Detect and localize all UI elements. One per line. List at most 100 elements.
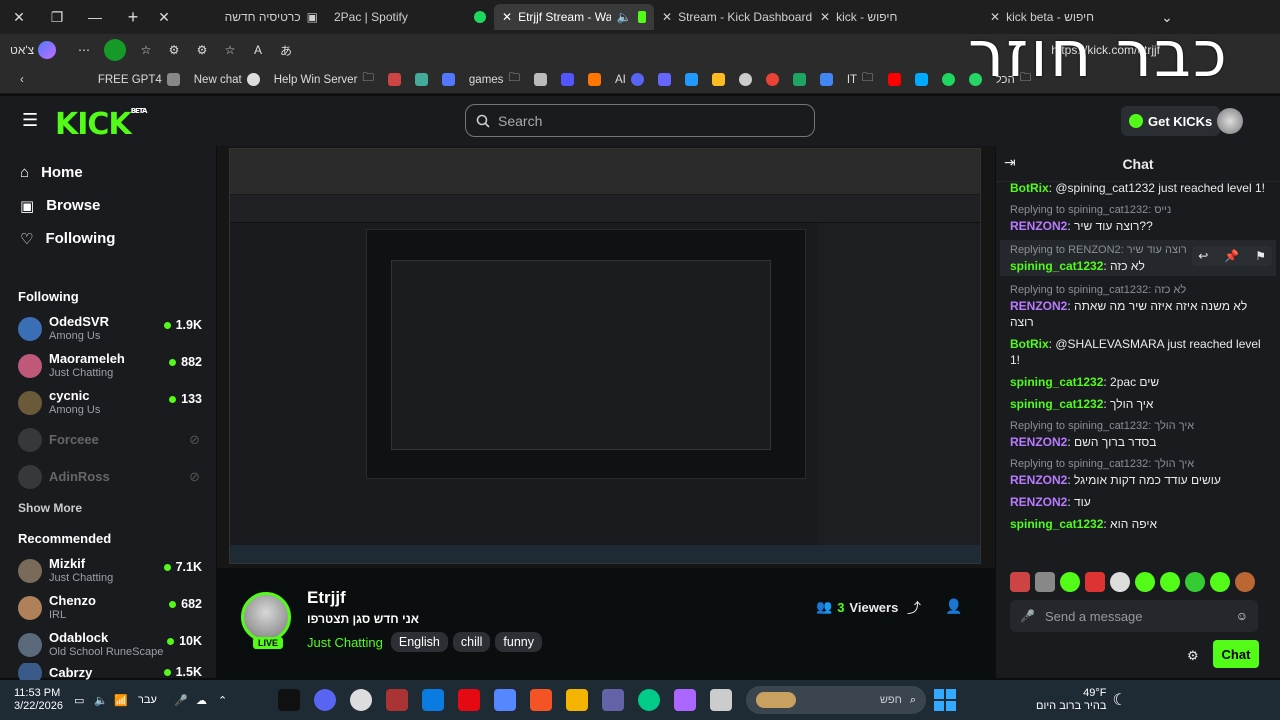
following-channel[interactable]: cycnic Among Us 133 bbox=[0, 384, 216, 421]
follow-icon[interactable]: 👤 bbox=[945, 598, 962, 615]
translate-icon[interactable]: あ bbox=[272, 42, 300, 59]
bookmark-icon-red[interactable] bbox=[387, 73, 401, 86]
drive-icon[interactable] bbox=[792, 73, 806, 86]
streamer-avatar[interactable] bbox=[241, 592, 291, 642]
weather-widget[interactable]: 49°F בהיר ברוב היום ☾ bbox=[1036, 687, 1127, 713]
share-icon[interactable]: ⤴ bbox=[907, 598, 921, 618]
tag[interactable]: chill bbox=[452, 632, 491, 652]
chat-username[interactable]: RENZON2 bbox=[1010, 299, 1067, 313]
tab-new-tab[interactable]: כרטיסיה חדשה ▣ bbox=[176, 4, 326, 30]
volume-icon[interactable]: 🔈 bbox=[94, 694, 114, 707]
emote-icon[interactable] bbox=[1210, 572, 1230, 592]
user-avatar[interactable] bbox=[1217, 108, 1243, 134]
bookmark-icon-yellow[interactable] bbox=[711, 73, 725, 86]
taskbar-search[interactable]: חפש ⌕ bbox=[746, 686, 926, 714]
edge-icon[interactable] bbox=[638, 689, 660, 711]
chat-username[interactable]: RENZON2 bbox=[1010, 435, 1067, 449]
tag[interactable]: funny bbox=[495, 632, 543, 652]
chat-username[interactable]: BotRix bbox=[1010, 337, 1049, 351]
chatgpt-icon[interactable] bbox=[350, 689, 372, 711]
bookmark-help-win-server[interactable]: Help Win Server 🗀 bbox=[274, 70, 374, 89]
chat-username[interactable]: RENZON2 bbox=[1010, 473, 1067, 487]
chat-username[interactable]: spining_cat1232 bbox=[1010, 259, 1103, 273]
bookmark-icon-indigo[interactable] bbox=[657, 73, 671, 86]
app-icon[interactable] bbox=[386, 689, 408, 711]
settings-icon[interactable]: ⚙ bbox=[188, 43, 216, 57]
recommended-channel[interactable]: Chenzo IRL 682 bbox=[0, 589, 216, 626]
emoji-icon[interactable]: ☺ bbox=[1236, 609, 1248, 623]
chat-username[interactable]: spining_cat1232 bbox=[1010, 397, 1103, 411]
emote-icon[interactable] bbox=[1035, 572, 1055, 592]
teams-icon[interactable] bbox=[602, 689, 624, 711]
bookmark-icon-chatgpt[interactable] bbox=[738, 73, 752, 86]
office-icon[interactable] bbox=[530, 689, 552, 711]
bookmark-icon-blue[interactable] bbox=[441, 73, 455, 86]
chat-username[interactable]: RENZON2 bbox=[1010, 219, 1067, 233]
close-window-icon[interactable]: ✕ bbox=[0, 0, 38, 34]
reply-icon[interactable]: ↩ bbox=[1198, 248, 1208, 264]
profile-button[interactable]: צ'אט bbox=[0, 41, 70, 59]
bookmark-icon-azure[interactable] bbox=[684, 73, 698, 86]
tab-etrjjf-stream[interactable]: ✕ Etrjjf Stream - Watch Live 🔈 bbox=[494, 4, 654, 30]
emote-icon[interactable] bbox=[1060, 572, 1080, 592]
clock[interactable]: 11:53 PM 3/22/2026 bbox=[0, 687, 70, 713]
tray-expand-icon[interactable]: ⌃ bbox=[218, 694, 278, 707]
collapse-chat-icon[interactable]: ⇥ bbox=[1004, 154, 1016, 171]
discord-icon[interactable] bbox=[314, 689, 336, 711]
minimize-window-icon[interactable]: — bbox=[76, 0, 114, 34]
start-icon[interactable] bbox=[934, 689, 956, 711]
bookmark-it[interactable]: IT 🗀 bbox=[847, 70, 874, 89]
chat-username[interactable]: spining_cat1232 bbox=[1010, 375, 1103, 389]
workspace-icon[interactable] bbox=[104, 39, 126, 61]
tab-close-icon[interactable]: ✕ bbox=[820, 10, 830, 24]
wifi-icon[interactable]: 📶 bbox=[114, 694, 138, 707]
bookmark-icon-orange[interactable] bbox=[587, 73, 601, 86]
emote-icon[interactable] bbox=[1235, 572, 1255, 592]
video-player[interactable] bbox=[217, 146, 995, 568]
search-input[interactable]: Search bbox=[465, 104, 815, 137]
file-explorer-icon[interactable] bbox=[566, 689, 588, 711]
bookmark-icon-purple[interactable] bbox=[560, 73, 574, 86]
tab-kick-search[interactable]: ✕ kick - חיפוש bbox=[812, 4, 982, 30]
speaker-icon[interactable]: 🔈 bbox=[617, 10, 632, 24]
emote-icon[interactable] bbox=[1135, 572, 1155, 592]
following-channel-offline[interactable]: Forceee ⊘ bbox=[0, 421, 216, 458]
moderate-icon[interactable]: ⚑ bbox=[1255, 248, 1266, 264]
show-more-link[interactable]: Show More bbox=[0, 501, 216, 515]
emote-icon[interactable] bbox=[1160, 572, 1180, 592]
spotify-bookmark-icon[interactable] bbox=[941, 73, 955, 86]
new-tab-icon[interactable]: + bbox=[114, 0, 152, 34]
nav-home[interactable]: ⌂ Home bbox=[0, 156, 216, 189]
read-aloud-icon[interactable]: A bbox=[244, 43, 272, 57]
store-icon[interactable] bbox=[422, 689, 444, 711]
youtube-icon[interactable] bbox=[887, 73, 901, 86]
bookmark-games[interactable]: games 🗀 bbox=[469, 70, 520, 89]
tab-spotify[interactable]: 2Pac | Spotify bbox=[326, 4, 494, 30]
more-icon[interactable]: ⋯ bbox=[70, 43, 98, 57]
chat-username[interactable]: RENZON2 bbox=[1010, 495, 1067, 509]
following-channel[interactable]: OdedSVR Among Us 1.9K bbox=[0, 310, 216, 347]
bookmark-icon-gray[interactable] bbox=[533, 73, 547, 86]
streamer-name[interactable]: Etrjjf bbox=[307, 588, 346, 608]
copilot-taskbar-icon[interactable] bbox=[674, 689, 696, 711]
extensions-icon[interactable]: ⚙ bbox=[160, 43, 188, 57]
get-kicks-button[interactable]: Get KICKs bbox=[1121, 106, 1221, 136]
app-icon[interactable] bbox=[710, 689, 732, 711]
terminal-icon[interactable] bbox=[278, 689, 300, 711]
chat-settings-icon[interactable]: ⚙ bbox=[1187, 648, 1199, 664]
onedrive-icon[interactable]: ☁ bbox=[196, 694, 218, 707]
restore-window-icon[interactable]: ❐ bbox=[38, 0, 76, 34]
language-indicator[interactable]: עבר bbox=[138, 694, 174, 706]
bookmark-new-chat[interactable]: New chat bbox=[194, 73, 260, 86]
category-link[interactable]: Just Chatting bbox=[307, 635, 383, 650]
following-channel-offline[interactable]: AdinRoss ⊘ bbox=[0, 458, 216, 495]
battery-icon[interactable]: ▭ bbox=[74, 694, 94, 707]
bookmark-ai[interactable]: AI bbox=[615, 73, 644, 86]
following-channel[interactable]: Maorameleh Just Chatting 882 bbox=[0, 347, 216, 384]
bookmark-free-gpt4[interactable]: FREE GPT4 bbox=[98, 73, 180, 86]
bookmark-icon-cloud[interactable] bbox=[819, 73, 833, 86]
emote-icon[interactable] bbox=[1085, 572, 1105, 592]
recommended-channel[interactable]: Odablock Old School RuneScape 10K bbox=[0, 626, 216, 663]
netflix-icon[interactable] bbox=[458, 689, 480, 711]
tab-close-icon[interactable]: ✕ bbox=[502, 10, 512, 24]
